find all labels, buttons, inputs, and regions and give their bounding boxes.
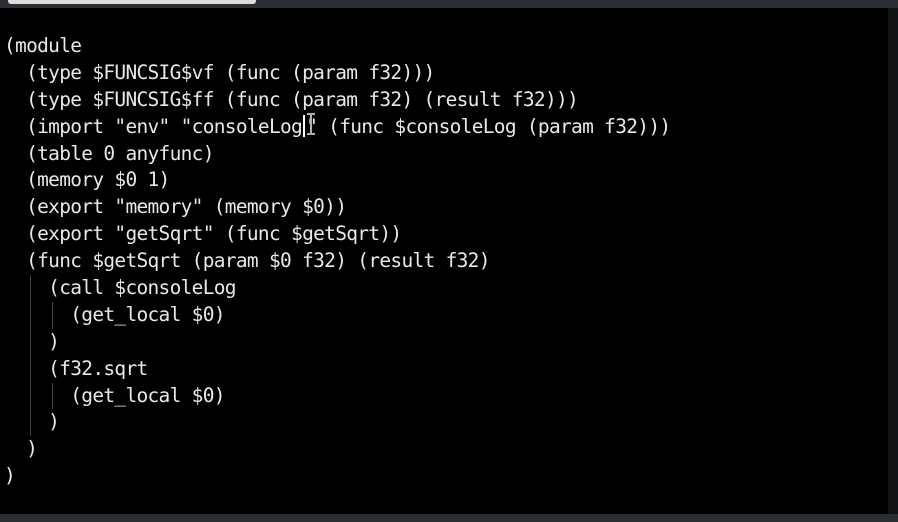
status-bar (0, 514, 898, 522)
indent-guide (30, 382, 32, 410)
code-line-text: (import "env" "consoleLog (4, 114, 303, 138)
code-line[interactable]: ) (4, 328, 670, 356)
code-line[interactable]: ) (4, 409, 670, 437)
code-line-text: (module (4, 34, 82, 57)
indent-guide (30, 275, 32, 302)
indent-guide (52, 301, 54, 329)
editor-tab[interactable] (8, 0, 256, 4)
code-line[interactable]: (type $FUNCSIG$vf (func (param f32))) (4, 60, 670, 87)
code-line-text: ) (4, 410, 60, 434)
code-line-text: (type $FUNCSIG$ff (func (param f32) (res… (4, 87, 579, 111)
code-line[interactable]: (get_local $0) (4, 301, 670, 329)
indent-guide (30, 301, 32, 329)
indent-guide (52, 382, 54, 410)
code-line[interactable]: (type $FUNCSIG$ff (func (param f32) (res… (4, 87, 670, 114)
code-lines[interactable]: (module (type $FUNCSIG$vf (func (param f… (4, 33, 671, 490)
code-line-text: (memory $0 1) (4, 168, 170, 192)
window-top-bar (0, 0, 898, 8)
code-line-text: ) (4, 437, 38, 461)
code-line[interactable]: (get_local $0) (4, 382, 670, 410)
code-line[interactable]: (import "env" "consoleLog " (func $consol… (4, 111, 671, 141)
indent-guide (30, 355, 32, 383)
code-line-text: (get_local $0) (4, 383, 225, 407)
code-line[interactable]: (export "getSqrt" (func $getSqrt)) (4, 221, 670, 248)
code-line-text: (get_local $0) (4, 302, 225, 326)
indent-guide (30, 328, 32, 356)
code-line-text: (export "getSqrt" (func $getSqrt)) (4, 222, 402, 246)
text-cursor (303, 114, 306, 137)
code-line[interactable]: (table 0 anyfunc) (4, 141, 670, 168)
code-line[interactable]: (export "memory" (memory $0)) (4, 194, 670, 221)
code-line[interactable]: (module (4, 33, 670, 60)
code-line-text: (f32.sqrt (4, 356, 148, 380)
code-line-text: (call $consoleLog (4, 276, 236, 300)
code-line[interactable]: (call $consoleLog (4, 275, 670, 302)
code-line-text: ) (4, 464, 16, 488)
code-line-text: (func $getSqrt (param $0 f32) (result f3… (4, 249, 490, 273)
code-line[interactable]: ) (4, 436, 670, 463)
indent-guide (30, 409, 32, 437)
i-beam-cursor-icon (307, 111, 315, 137)
vertical-scrollbar[interactable] (888, 8, 898, 514)
code-line-text: ) (4, 329, 60, 353)
code-line[interactable]: (memory $0 1) (4, 167, 670, 194)
code-line[interactable]: (func $getSqrt (param $0 f32) (result f3… (4, 248, 670, 275)
code-line[interactable]: ) (4, 463, 670, 490)
code-line-text: (export "memory" (memory $0)) (4, 195, 347, 219)
code-line-text: " (func $consoleLog (param f32))) (306, 114, 671, 138)
code-line-text: (table 0 anyfunc) (4, 141, 214, 165)
code-line[interactable]: (f32.sqrt (4, 355, 670, 383)
code-line-text: (type $FUNCSIG$vf (func (param f32))) (4, 60, 435, 84)
